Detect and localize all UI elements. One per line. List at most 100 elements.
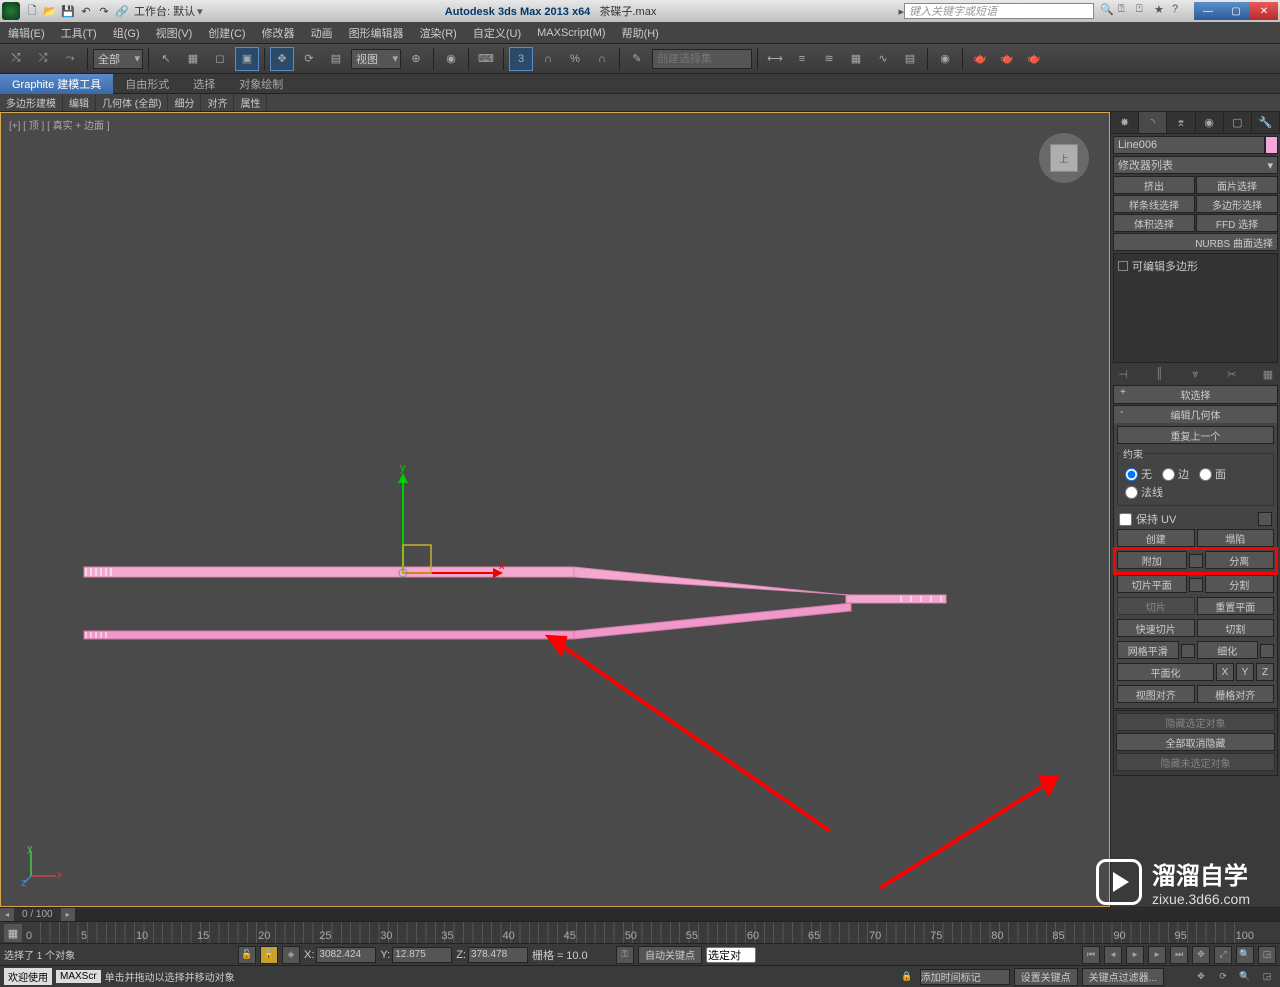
nav1-icon[interactable]: ✥ xyxy=(1192,946,1210,964)
link-icon[interactable]: 🔗 xyxy=(114,3,130,19)
coord-x-input[interactable] xyxy=(316,947,376,963)
create-set-input[interactable] xyxy=(652,49,752,69)
bind-icon[interactable]: ⤳ xyxy=(58,47,82,71)
menu-custom[interactable]: 自定义(U) xyxy=(473,25,521,41)
schematic-icon[interactable]: ▤ xyxy=(898,47,922,71)
unlink-icon[interactable]: ⤮ xyxy=(31,47,55,71)
btn-hide-sel[interactable]: 隐藏选定对象 xyxy=(1116,713,1275,731)
btn-y[interactable]: Y xyxy=(1236,663,1254,681)
layer-explorer-icon[interactable]: ▦ xyxy=(844,47,868,71)
btn-view-align[interactable]: 视图对齐 xyxy=(1117,685,1195,703)
btn-slice-plane[interactable]: 切片平面 xyxy=(1117,575,1187,593)
search-input[interactable]: 键入关键字或短语 xyxy=(904,3,1094,19)
btn-x[interactable]: X xyxy=(1216,663,1234,681)
nav7-icon[interactable]: 🔍 xyxy=(1236,968,1254,986)
new-icon[interactable]: 🗋 xyxy=(24,3,40,19)
btn-collapse[interactable]: 塌陷 xyxy=(1197,529,1275,547)
timeline-config-icon[interactable]: ▦ xyxy=(4,924,22,942)
make-unique-icon[interactable]: ⩔ xyxy=(1186,365,1206,383)
keyfilter-button[interactable]: 关键点过滤器... xyxy=(1082,968,1164,986)
tab-display-icon[interactable]: ▢ xyxy=(1224,112,1252,133)
keyboard-icon[interactable]: ⌨ xyxy=(474,47,498,71)
tab-utilities-icon[interactable]: 🔧 xyxy=(1252,112,1280,133)
setkey-button[interactable]: 设置关键点 xyxy=(1014,968,1078,986)
rollout-soft-select[interactable]: 软选择 xyxy=(1114,386,1277,403)
btn-repeat-last[interactable]: 重复上一个 xyxy=(1117,426,1274,444)
menu-create[interactable]: 创建(C) xyxy=(208,25,245,41)
btn-create[interactable]: 创建 xyxy=(1117,529,1195,547)
render-icon[interactable]: 🫖 xyxy=(1022,47,1046,71)
coord-mode-icon[interactable]: ◈ xyxy=(282,946,300,964)
subtab-align[interactable]: 对齐 xyxy=(201,94,234,111)
qmark-icon[interactable]: ? xyxy=(1172,3,1188,19)
preserve-uv-settings[interactable] xyxy=(1258,512,1272,526)
btn-grid-align[interactable]: 栅格对齐 xyxy=(1197,685,1275,703)
btn-attach[interactable]: 附加 xyxy=(1117,551,1187,569)
play-next-icon[interactable]: ▸ xyxy=(1148,946,1166,964)
btn-extrude[interactable]: 挤出 xyxy=(1113,176,1195,194)
btn-cut[interactable]: 切割 xyxy=(1197,619,1275,637)
undo-icon[interactable]: ↶ xyxy=(78,3,94,19)
scroll-left-icon[interactable]: ◂ xyxy=(0,908,14,922)
rotate-icon[interactable]: ⟳ xyxy=(297,47,321,71)
menu-edit[interactable]: 编辑(E) xyxy=(8,25,45,41)
nav8-icon[interactable]: ◲ xyxy=(1258,968,1276,986)
chk-split[interactable] xyxy=(1189,578,1203,592)
autokey-button[interactable]: 自动关键点 xyxy=(638,946,702,964)
menu-render[interactable]: 渲染(R) xyxy=(420,25,457,41)
nav4-icon[interactable]: ◲ xyxy=(1258,946,1276,964)
time-tag-input[interactable] xyxy=(920,969,1010,985)
attach-list-icon[interactable] xyxy=(1189,554,1203,568)
btn-face-sel[interactable]: 面片选择 xyxy=(1196,176,1278,194)
btn-nurbs[interactable]: NURBS 曲面选择 xyxy=(1113,233,1278,251)
tab-modify-icon[interactable]: ◝ xyxy=(1139,112,1167,133)
viewport-top[interactable]: [+] [ 顶 ] [ 真实 + 边面 ] 上 x y xyxy=(0,112,1110,907)
object-color-swatch[interactable] xyxy=(1265,136,1278,154)
modifier-stack[interactable]: 可编辑多边形 xyxy=(1113,253,1278,363)
btn-detach[interactable]: 分离 xyxy=(1205,551,1275,569)
lock2-icon[interactable]: 🔒 xyxy=(260,946,278,964)
play-icon[interactable]: ▸ xyxy=(1126,946,1144,964)
subtab-subdiv[interactable]: 细分 xyxy=(168,94,201,111)
btn-z[interactable]: Z xyxy=(1256,663,1274,681)
modifier-list-dropdown[interactable]: 修改器列表 xyxy=(1113,156,1278,174)
select-link-icon[interactable]: ⤭ xyxy=(4,47,28,71)
btn-msmooth[interactable]: 网格平滑 xyxy=(1117,641,1179,659)
lock-icon[interactable]: 🔓 xyxy=(238,946,256,964)
btn-split[interactable]: 分割 xyxy=(1205,575,1275,593)
scroll-right-icon[interactable]: ▸ xyxy=(61,908,75,922)
tab-selection[interactable]: 选择 xyxy=(181,74,227,94)
snap-toggle-icon[interactable]: 3 xyxy=(509,47,533,71)
redo-icon[interactable]: ↷ xyxy=(96,3,112,19)
remove-mod-icon[interactable]: ✂ xyxy=(1222,365,1242,383)
spinner-snap-icon[interactable]: ∩ xyxy=(590,47,614,71)
nav2-icon[interactable]: ⤢ xyxy=(1214,946,1232,964)
save-icon[interactable]: 💾 xyxy=(60,3,76,19)
select-region-icon[interactable]: ◻ xyxy=(208,47,232,71)
radio-edge[interactable]: 边 xyxy=(1162,466,1189,482)
tab-paint[interactable]: 对象绘制 xyxy=(227,74,295,94)
radio-face[interactable]: 面 xyxy=(1199,466,1226,482)
open-icon[interactable]: 📂 xyxy=(42,3,58,19)
menu-animation[interactable]: 动画 xyxy=(311,25,333,41)
btn-unhide[interactable]: 全部取消隐藏 xyxy=(1116,733,1275,751)
coord-z-input[interactable] xyxy=(468,947,528,963)
btn-slice[interactable]: 切片 xyxy=(1117,597,1195,615)
menu-graph[interactable]: 图形编辑器 xyxy=(349,25,404,41)
btn-poly-sel[interactable]: 多边形选择 xyxy=(1196,195,1278,213)
minimize-button[interactable]: — xyxy=(1194,2,1222,20)
menu-group[interactable]: 组(G) xyxy=(113,25,140,41)
nav3-icon[interactable]: 🔍 xyxy=(1236,946,1254,964)
menu-help[interactable]: 帮助(H) xyxy=(622,25,659,41)
time-scrollbar[interactable]: ◂ 0 / 100 ▸ xyxy=(0,907,1280,921)
material-editor-icon[interactable]: ◉ xyxy=(933,47,957,71)
angle-snap-icon[interactable]: ∩ xyxy=(536,47,560,71)
radio-normal[interactable]: 法线 xyxy=(1125,484,1163,500)
menu-view[interactable]: 视图(V) xyxy=(156,25,193,41)
mirror-icon[interactable]: ⟷ xyxy=(763,47,787,71)
menu-maxscript[interactable]: MAXScript(M) xyxy=(537,27,605,39)
radio-none[interactable]: 无 xyxy=(1125,466,1152,482)
rollout-edit-geo[interactable]: 编辑几何体 xyxy=(1114,406,1277,423)
subtab-geo[interactable]: 几何体 (全部) xyxy=(96,94,168,111)
tab-hierarchy-icon[interactable]: ⌆ xyxy=(1167,112,1195,133)
